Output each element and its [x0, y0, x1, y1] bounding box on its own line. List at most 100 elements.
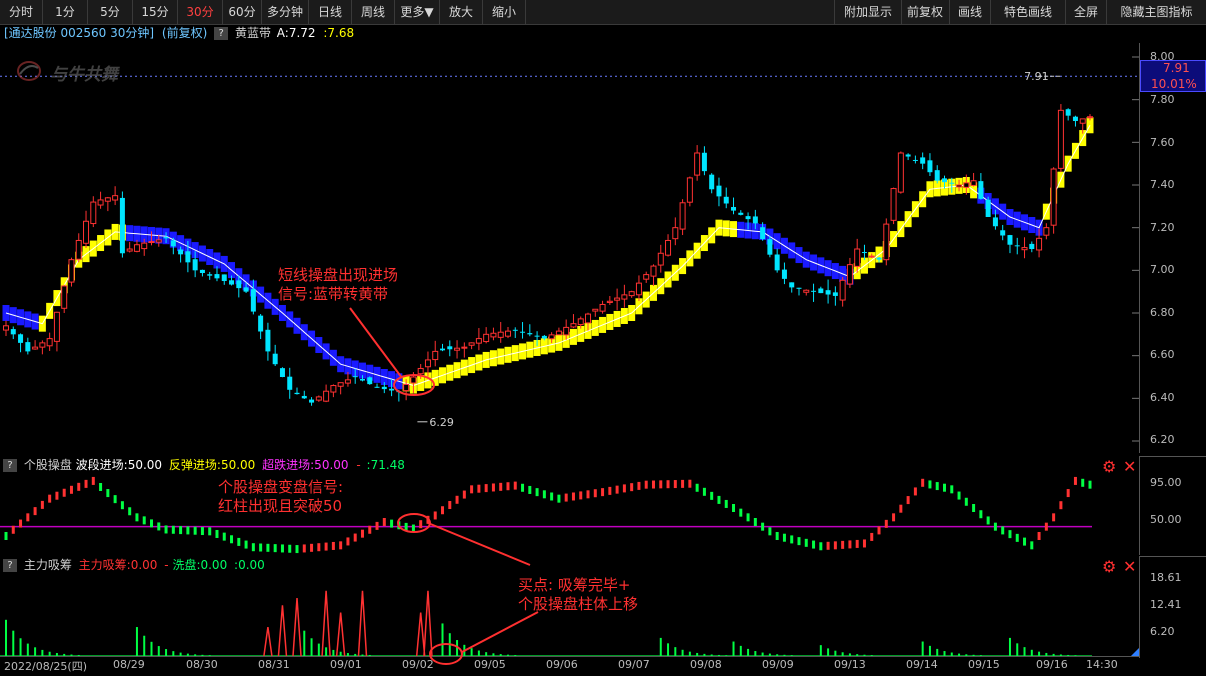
candlestick — [490, 327, 497, 341]
panel3-dash: - — [164, 558, 169, 572]
annotation-line: 短线操盘出现进场 — [278, 266, 399, 284]
oscillator-bar — [1037, 532, 1041, 540]
help-icon[interactable]: ? — [214, 27, 229, 40]
absorb-spike — [335, 612, 346, 657]
help-icon[interactable]: ? — [3, 459, 17, 472]
absorb-spike — [423, 590, 433, 657]
tab-15min[interactable]: 15分 — [133, 0, 178, 24]
oscillator-bar — [113, 495, 117, 504]
candlestick — [53, 311, 60, 352]
tab-weekly[interactable]: 周线 — [352, 0, 395, 24]
oscillator-bar — [411, 524, 415, 533]
oscillator-bar — [688, 479, 692, 488]
oscillator-bar — [702, 487, 706, 496]
oscillator-bar — [710, 491, 714, 500]
panel3-settings-icon[interactable]: ⚙ — [1102, 559, 1116, 575]
tab-multi-min[interactable]: 多分钟 — [262, 0, 309, 24]
candlestick — [483, 327, 490, 344]
candlestick — [46, 332, 53, 351]
candlestick — [701, 146, 707, 176]
candlestick — [512, 327, 518, 338]
oscillator-bar — [419, 520, 423, 529]
fullscreen-button[interactable]: 全屏 — [1066, 0, 1107, 24]
candlestick — [731, 197, 737, 215]
oscillator-bar — [208, 527, 212, 536]
annotation-line: 信号:蓝带转黄带 — [278, 285, 389, 303]
candlestick — [1072, 115, 1078, 127]
tab-timeshare[interactable]: 分时 — [0, 0, 43, 24]
candlestick — [1000, 224, 1006, 241]
candlestick — [97, 191, 104, 209]
annotation-line: 个股操盘柱体上移 — [518, 595, 639, 613]
tab-60min[interactable]: 60分 — [223, 0, 262, 24]
candlestick — [832, 286, 838, 306]
oscillator-bar — [433, 511, 437, 520]
special-draw-button[interactable]: 特色画线 — [991, 0, 1066, 24]
candlestick — [396, 389, 402, 402]
oscillator-bar — [310, 543, 314, 552]
candlestick — [606, 296, 613, 305]
oscillator-bar — [193, 526, 197, 535]
tab-daily[interactable]: 日线 — [309, 0, 352, 24]
oscillator-bar — [382, 518, 386, 526]
candlestick — [83, 210, 90, 249]
oscillator-bar — [513, 481, 517, 490]
oscillator-bar — [1030, 541, 1034, 550]
oscillator-bar — [622, 484, 626, 493]
oscillator-bar — [84, 479, 88, 488]
candlestick — [846, 257, 853, 288]
oscillator-bar — [717, 495, 721, 504]
annotation-buy-point: 买点: 吸筹完毕+ 个股操盘柱体上移 — [518, 576, 638, 614]
oscillator-bar — [62, 488, 66, 497]
absorb-spike — [321, 590, 331, 657]
zoom-out-button[interactable]: 缩小 — [483, 0, 526, 24]
extra-display-button[interactable]: 附加显示 — [834, 0, 902, 24]
candlestick — [1065, 108, 1071, 121]
oscillator-bar — [317, 543, 321, 552]
panel2-axis: 95.00 50.00 — [1139, 456, 1206, 555]
stock-title: [通达股份 002560 30分钟] — [4, 26, 155, 40]
panel2-settings-icon[interactable]: ⚙ — [1102, 459, 1116, 475]
panel2-close-icon[interactable]: ✕ — [1123, 459, 1136, 475]
hide-indicator-button[interactable]: 隐藏主图指标 — [1107, 0, 1206, 24]
tab-5min[interactable]: 5分 — [88, 0, 133, 24]
candlestick — [811, 283, 817, 302]
candlestick — [25, 337, 31, 355]
candlestick — [650, 264, 657, 286]
help-icon[interactable]: ? — [3, 559, 17, 572]
candlestick — [796, 287, 802, 296]
oscillator-bar — [615, 485, 619, 494]
candlestick — [374, 383, 380, 388]
oscillator-bar — [295, 545, 299, 554]
date-label: 2022/08/25(四) — [4, 660, 87, 673]
candlestick — [119, 191, 125, 258]
oscillator-bar — [921, 478, 925, 487]
draw-line-button[interactable]: 画线 — [950, 0, 991, 24]
price-tick: 6.40 — [1150, 391, 1175, 404]
watermark-logo: 与牛共舞 — [16, 58, 144, 85]
tab-1min[interactable]: 1分 — [43, 0, 88, 24]
zoom-in-button[interactable]: 放大 — [440, 0, 483, 24]
panel3-close-icon[interactable]: ✕ — [1123, 559, 1136, 575]
oscillator-bar — [819, 542, 823, 551]
change-percent: 10.01% — [1151, 77, 1197, 91]
more-dropdown[interactable]: 更多▼ — [395, 0, 440, 24]
candlestick — [890, 187, 897, 225]
forward-adjust-button[interactable]: 前复权 — [901, 0, 950, 24]
candlestick — [126, 242, 133, 253]
oscillator-bar — [972, 504, 976, 512]
operate-oscillator-chart — [0, 476, 1092, 554]
candlestick — [287, 367, 293, 399]
candlestick — [10, 326, 16, 340]
oscillator-bar — [1052, 513, 1056, 522]
oscillator-bar — [48, 494, 52, 503]
oscillator-bar — [186, 526, 190, 535]
oscillator-bar — [833, 541, 837, 550]
candlestick — [367, 376, 373, 385]
date-label: 09/16 — [1036, 658, 1068, 671]
candlestick — [1029, 241, 1035, 253]
oscillator-bar — [877, 526, 881, 535]
oscillator-bar — [128, 507, 132, 516]
tab-30min[interactable]: 30分 — [178, 0, 223, 24]
panel3-value: :0.00 — [234, 558, 265, 572]
